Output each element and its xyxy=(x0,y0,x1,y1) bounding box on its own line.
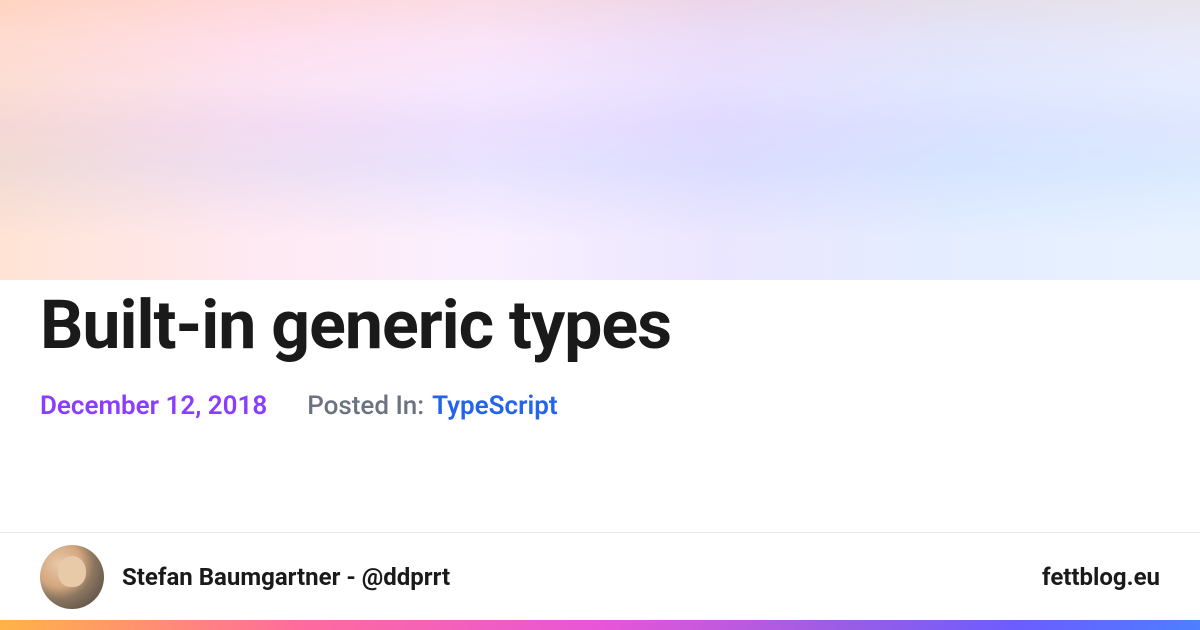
article-title: Built-in generic types xyxy=(40,288,1160,363)
author-name-handle: Stefan Baumgartner - @ddprrt xyxy=(122,563,450,591)
publish-date: December 12, 2018 xyxy=(40,391,267,421)
article-meta: December 12, 2018 Posted In: TypeScript xyxy=(40,391,1160,421)
author-avatar xyxy=(40,545,104,609)
site-name[interactable]: fettblog.eu xyxy=(1042,563,1160,591)
category-wrapper: Posted In: TypeScript xyxy=(307,391,557,421)
header-gradient xyxy=(0,0,1200,280)
category-link[interactable]: TypeScript xyxy=(432,391,557,421)
author-section: Stefan Baumgartner - @ddprrt xyxy=(40,545,450,609)
article-header: Built-in generic types December 12, 2018… xyxy=(40,288,1160,421)
footer: Stefan Baumgartner - @ddprrt fettblog.eu xyxy=(0,532,1200,630)
footer-gradient-bar xyxy=(0,620,1200,630)
posted-in-label: Posted In: xyxy=(307,391,424,421)
